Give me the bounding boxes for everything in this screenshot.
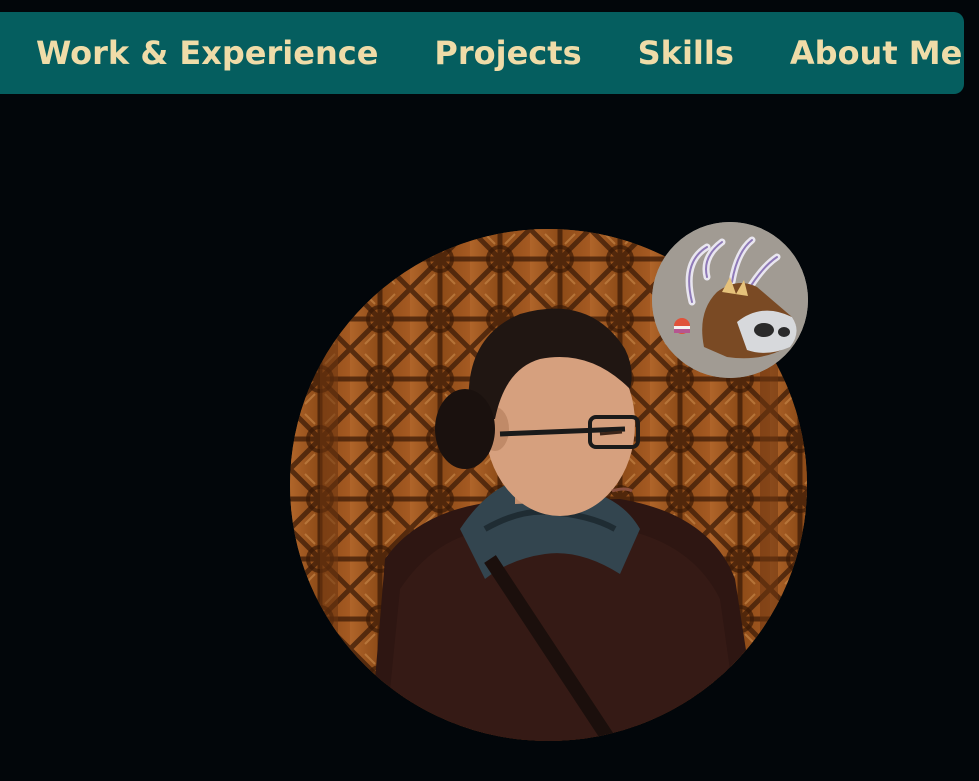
nav-link-about-me[interactable]: About Me bbox=[790, 34, 962, 72]
top-navigation: Work & Experience Projects Skills About … bbox=[0, 12, 964, 94]
nav-link-skills[interactable]: Skills bbox=[638, 34, 734, 72]
character-avatar-icon bbox=[652, 222, 808, 378]
nav-link-work-experience[interactable]: Work & Experience bbox=[36, 34, 378, 72]
page: Work & Experience Projects Skills About … bbox=[0, 0, 979, 781]
nav-link-projects[interactable]: Projects bbox=[434, 34, 581, 72]
